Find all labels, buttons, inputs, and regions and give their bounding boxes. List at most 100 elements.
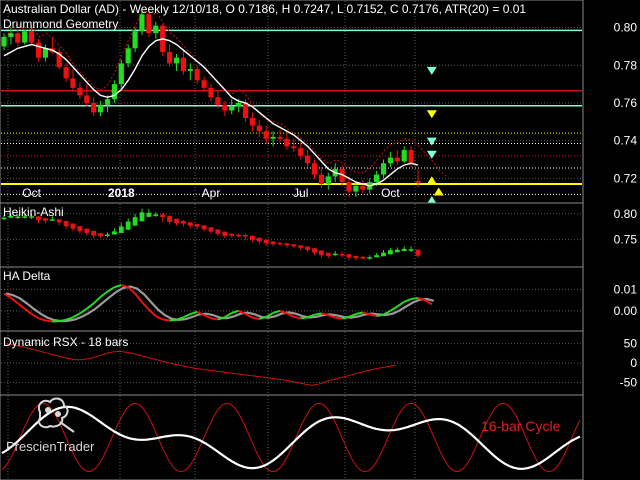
candle-body: [29, 31, 35, 43]
candle-body: [236, 102, 242, 107]
ha-body: [256, 237, 262, 242]
ha-delta-segment: [410, 296, 419, 300]
y-tick-label: 0.72: [614, 171, 638, 185]
candle-body: [118, 63, 124, 85]
ha-delta-segment: [376, 313, 384, 317]
candle-body: [284, 138, 290, 147]
ha-body: [160, 214, 166, 218]
y-tick-label: 0.80: [614, 21, 638, 35]
ha-body: [401, 248, 407, 252]
ha-delta-title: HA Delta: [3, 269, 51, 283]
ha-body: [174, 218, 179, 224]
heikin-ashi-frame: [0, 202, 584, 268]
y-tick-label: 0.78: [614, 58, 638, 72]
ha-body: [146, 212, 152, 217]
y-tick-label: 0.00: [614, 304, 638, 318]
ha-body: [153, 214, 159, 216]
ha-body: [284, 243, 290, 246]
candle-body: [132, 31, 138, 49]
ha-body: [63, 220, 69, 227]
ha-body: [49, 219, 55, 221]
ha-delta-segment: [300, 316, 308, 320]
x-tick-label: 2018: [108, 186, 135, 200]
ha-delta-segment: [252, 316, 260, 320]
ha-body: [139, 212, 145, 222]
candle-body: [408, 150, 414, 164]
candle-body: [249, 118, 255, 126]
ha-body: [339, 253, 345, 256]
y-tick-label: 0: [630, 356, 637, 370]
price-candle: [22, 29, 28, 45]
y-tick-label: 0.01: [614, 282, 638, 296]
candle-body: [242, 102, 249, 119]
ha-body: [394, 249, 400, 253]
ha-body: [325, 252, 331, 256]
ha-body: [222, 231, 228, 236]
rsx-y-ticks: 50 0 -50: [620, 337, 638, 390]
candle-body: [70, 78, 76, 88]
ha-body: [112, 231, 117, 235]
ha-delta-segment: [59, 318, 67, 323]
ha-body: [187, 222, 193, 226]
ha-body: [194, 223, 200, 227]
x-tick-label: Apr: [202, 186, 221, 200]
ha-body: [105, 234, 110, 236]
ha-body: [243, 234, 248, 237]
ha-body: [118, 226, 124, 233]
chart-canvas: 0.80 0.78 0.76 0.74 0.72 Oct 2018 Apr Jul Oct Au…: [0, 0, 638, 480]
candle-body: [139, 14, 145, 32]
candle-body: [194, 69, 200, 81]
ha-body: [346, 254, 352, 258]
y-tick-label: 0.80: [614, 207, 638, 221]
y-tick-label: 0.74: [614, 134, 638, 148]
candle-body: [256, 125, 262, 132]
ha-body: [277, 242, 283, 245]
heikin-ashi-panel: 0.80 0.75 Heikin-Ashi: [0, 202, 638, 268]
ha-delta-segment: [314, 312, 322, 316]
ha-body: [263, 239, 269, 244]
y-tick-label: 50: [624, 337, 638, 351]
ha-body: [236, 234, 241, 237]
candle-body: [187, 69, 193, 71]
y-tick-label: -50: [620, 375, 638, 389]
candle-body: [394, 157, 400, 162]
candle-body: [353, 185, 359, 192]
ha-body: [332, 253, 338, 256]
ha-body: [305, 246, 310, 250]
ha-body: [70, 223, 76, 229]
ha-body: [208, 227, 214, 232]
ha-body: [381, 252, 386, 257]
ha-body: [312, 248, 317, 253]
candle-body: [208, 87, 214, 98]
candle-body: [201, 80, 207, 88]
ha-body: [167, 215, 172, 222]
heikin-ashi-y-ticks: 0.80 0.75: [614, 207, 638, 247]
candle-body: [15, 33, 21, 43]
chart-title: Australian Dollar (AD) - Weekly 12/10/18…: [3, 2, 526, 16]
ha-body: [367, 257, 373, 259]
chart-window: 0.80 0.78 0.76 0.74 0.72 Oct 2018 Apr Jul Oct Au…: [0, 0, 640, 480]
y-tick-label: 0.75: [614, 233, 638, 247]
candle-body: [173, 57, 180, 64]
candle-body: [415, 180, 421, 183]
y-tick-label: 0.76: [614, 96, 638, 110]
ha-body: [132, 217, 138, 226]
x-tick-label: Oct: [22, 186, 41, 200]
cycle-label: 16-bar Cycle: [481, 418, 561, 434]
candle-body: [98, 104, 104, 113]
ha-body: [415, 249, 421, 256]
ha-body: [270, 241, 276, 245]
candle-body: [318, 174, 324, 184]
ha-body: [98, 233, 103, 237]
ha-delta-panel: 0.01 0.00 HA Delta: [0, 266, 638, 332]
candle-body: [42, 48, 48, 58]
ha-body: [181, 220, 186, 224]
logo-text: PrescienTrader: [6, 439, 95, 454]
candle-body: [387, 157, 393, 164]
x-tick-label: Jul: [293, 186, 308, 200]
candle-body: [167, 52, 173, 64]
candle-body: [180, 57, 186, 71]
ha-body: [91, 230, 97, 236]
cycle-panel: 16-bar Cycle: [0, 394, 584, 480]
candle-body: [91, 102, 97, 113]
